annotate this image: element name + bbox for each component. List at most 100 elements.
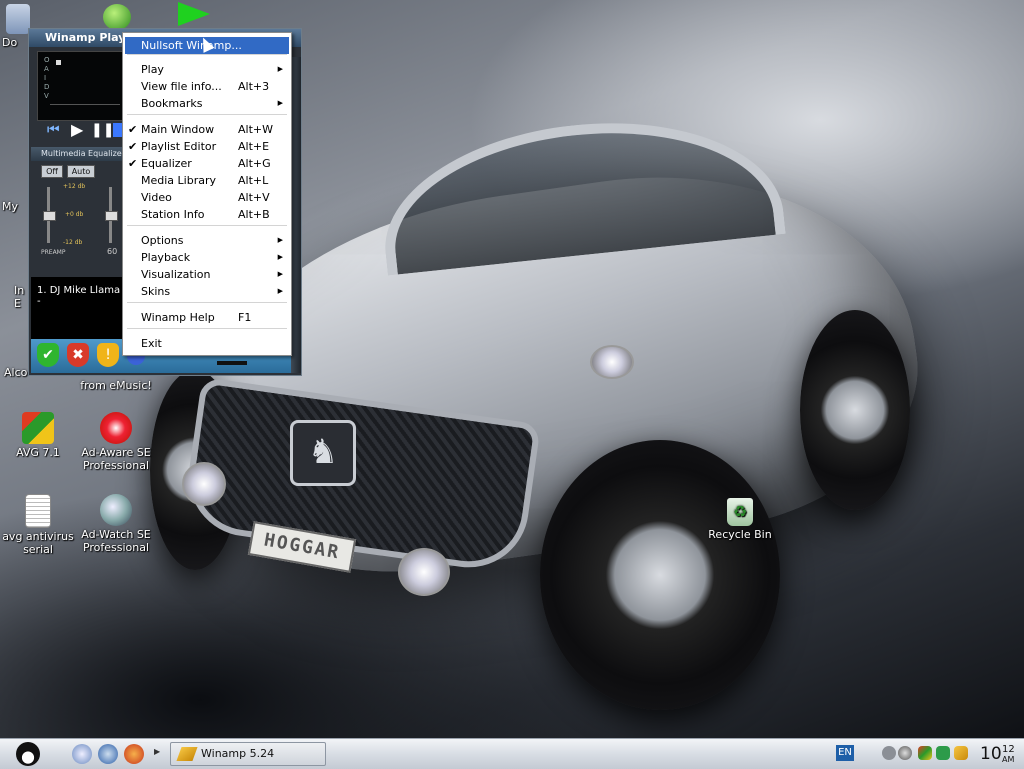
wallpaper-car-headlight <box>590 345 634 379</box>
menu-item-playlist-editor[interactable]: ✔ Playlist Editor Alt+E <box>125 138 289 155</box>
menu-item-label: Playlist Editor <box>141 140 217 153</box>
menu-item-video[interactable]: Video Alt+V <box>125 189 289 206</box>
clock-minutes: 12 <box>1002 744 1015 755</box>
desktop-top-icon[interactable] <box>178 2 210 26</box>
desktop-icon-avg-serial[interactable]: avg antivirus serial <box>0 494 76 556</box>
winamp-context-menu: Nullsoft Winamp... Play ▶ View file info...… <box>122 32 292 356</box>
menu-separator <box>127 302 287 303</box>
winamp-side-strip <box>291 57 301 373</box>
menu-separator <box>127 114 287 115</box>
language-indicator[interactable]: EN <box>836 745 854 761</box>
pause-button[interactable]: ❚❚ <box>91 121 114 139</box>
menu-item-shortcut: Alt+W <box>238 123 273 136</box>
checkmark-icon: ✔ <box>128 140 138 153</box>
menu-item-equalizer[interactable]: ✔ Equalizer Alt+G <box>125 155 289 172</box>
eq-band-label: 60 <box>107 247 118 256</box>
taskbar-button-label: Winamp 5.24 <box>201 747 275 760</box>
desktop-icon-label: avg antivirus serial <box>2 530 74 556</box>
menu-item-station-info[interactable]: Station Info Alt+B <box>125 206 289 223</box>
text-file-icon <box>25 494 51 528</box>
winamp-controls: ⏮ ▶ ❚❚ <box>37 117 127 143</box>
shield-red-icon[interactable]: ✖ <box>67 343 89 367</box>
checkmark-icon: ✔ <box>128 123 138 136</box>
menu-item-shortcut: Alt+3 <box>238 80 270 93</box>
menu-item-view-file-info[interactable]: View file info... Alt+3 <box>125 78 289 95</box>
desktop-icon-label: E <box>14 297 21 310</box>
taskbar-clock[interactable]: 10 12 AM <box>978 743 1022 765</box>
eq-db-zero: +0 db <box>65 211 84 218</box>
menu-item-visualization[interactable]: Visualization ▶ <box>125 266 289 283</box>
desktop-icon-adwatch[interactable]: Ad-Watch SE Professional <box>78 494 154 554</box>
menu-item-label: Winamp Help <box>141 311 215 324</box>
quicklaunch-globe-icon[interactable] <box>98 744 118 764</box>
menu-item-options[interactable]: Options ▶ <box>125 232 289 249</box>
clock-hour: 10 <box>980 744 1002 764</box>
submenu-arrow-icon: ▶ <box>277 287 283 295</box>
menu-item-play[interactable]: Play ▶ <box>125 61 289 78</box>
wallpaper-car-headlight <box>398 548 450 596</box>
menu-item-label: Nullsoft Winamp... <box>141 39 242 52</box>
menu-separator <box>127 54 287 55</box>
desktop-icon-documents[interactable]: Do <box>2 4 30 49</box>
tray-disc-icon[interactable] <box>898 746 912 760</box>
playlist-item[interactable]: 1. DJ Mike Llama - <box>37 285 120 307</box>
winamp-lightning-icon <box>176 747 198 761</box>
eq-preamp-label: PREAMP <box>41 249 66 256</box>
equalizer-title: Multimedia Equalizer <box>31 147 133 161</box>
quicklaunch-expand-arrow-icon[interactable]: ▶ <box>154 747 160 756</box>
menu-item-label: Media Library <box>141 174 216 187</box>
menu-item-label: Play <box>141 63 164 76</box>
documents-icon <box>6 4 30 34</box>
equalizer-auto-button[interactable]: Auto <box>67 165 95 178</box>
checkmark-icon: ✔ <box>128 157 138 170</box>
tray-avg-icon[interactable] <box>918 746 932 760</box>
play-button[interactable]: ▶ <box>71 121 87 139</box>
menu-item-main-window[interactable]: ✔ Main Window Alt+W <box>125 121 289 138</box>
menu-item-exit[interactable]: Exit <box>125 335 289 352</box>
tray-network-icon[interactable] <box>936 746 950 760</box>
desktop-icon-adaware[interactable]: Ad-Aware SE Professional <box>78 412 154 472</box>
taskbar-button-winamp[interactable]: Winamp 5.24 <box>170 742 326 766</box>
quicklaunch-messenger-icon[interactable] <box>72 744 92 764</box>
shield-green-icon[interactable]: ✔ <box>37 343 59 367</box>
desktop-icon-label: Ad-Aware SE Professional <box>81 446 151 472</box>
tray-winamp-icon[interactable] <box>954 746 968 760</box>
desktop-top-icon[interactable] <box>103 4 131 30</box>
desktop-icon-label: AVG 7.1 <box>16 446 60 459</box>
wallpaper-car-wheel <box>540 440 780 710</box>
winamp-display: OAIDV <box>37 51 129 121</box>
quicklaunch-firefox-icon[interactable] <box>124 744 144 764</box>
tray-smiley-icon[interactable] <box>882 746 896 760</box>
equalizer-off-button[interactable]: Off <box>41 165 63 178</box>
start-penguin-icon[interactable] <box>16 742 40 766</box>
playlist[interactable]: 1. DJ Mike Llama - <box>31 277 123 339</box>
adaware-icon <box>100 412 132 444</box>
desktop-icon-label: Recycle Bin <box>708 528 772 541</box>
desktop-icon-recycle-bin[interactable]: ♻ Recycle Bin <box>702 498 778 541</box>
menu-separator <box>127 225 287 226</box>
menu-item-bookmarks[interactable]: Bookmarks ▶ <box>125 95 289 112</box>
menu-item-label: Exit <box>141 337 162 350</box>
submenu-arrow-icon: ▶ <box>277 253 283 261</box>
menu-item-playback[interactable]: Playback ▶ <box>125 249 289 266</box>
menu-item-shortcut: Alt+V <box>238 191 270 204</box>
desktop-icon-my-computer[interactable]: My <box>2 200 28 213</box>
recycle-bin-icon: ♻ <box>727 498 753 526</box>
desktop-icon-label: Ad-Watch SE Professional <box>81 528 151 554</box>
menu-item-label: Skins <box>141 285 171 298</box>
wallpaper-car-headlight <box>182 462 226 506</box>
menu-item-winamp-help[interactable]: Winamp Help F1 <box>125 309 289 326</box>
desktop-icon-alcohol[interactable]: Alco <box>4 366 30 379</box>
desktop-icon-avg[interactable]: AVG 7.1 <box>0 412 76 459</box>
menu-item-shortcut: Alt+L <box>238 174 269 187</box>
menu-item-skins[interactable]: Skins ▶ <box>125 283 289 300</box>
menu-item-label: Video <box>141 191 172 204</box>
clock-ampm: AM <box>1002 755 1015 764</box>
shield-yellow-icon[interactable]: ! <box>97 343 119 367</box>
band-slider-thumb[interactable] <box>105 211 118 221</box>
menu-item-media-library[interactable]: Media Library Alt+L <box>125 172 289 189</box>
menu-item-label: Bookmarks <box>141 97 203 110</box>
previous-button[interactable]: ⏮ <box>47 121 65 139</box>
desktop-icon-emusic[interactable]: from eMusic! <box>78 379 154 392</box>
preamp-slider-thumb[interactable] <box>43 211 56 221</box>
